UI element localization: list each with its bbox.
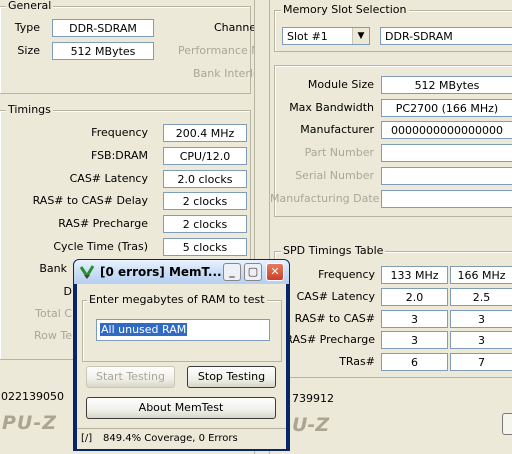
- spd-cell: 3: [381, 309, 448, 328]
- size-label: Size: [17, 44, 40, 57]
- timing-value: 2 clocks: [163, 192, 247, 211]
- start-testing-button[interactable]: Start Testing: [86, 366, 175, 388]
- megabytes-group-title: Enter megabytes of RAM to test: [87, 293, 267, 306]
- memtest-app-icon: [79, 264, 95, 280]
- status-spinner: [/]: [81, 433, 93, 444]
- cpuz-memory-window-right: Memory Slot Selection Slot #1 ▼ DDR-SDRA…: [270, 0, 512, 454]
- timing-label: Cycle Time (Tras): [53, 240, 148, 253]
- memtest-statusbar: [/] 849.4% Coverage, 0 Errors: [77, 428, 286, 450]
- timings-group-title: Timings: [6, 103, 53, 116]
- performance-label: Performance M: [178, 44, 261, 57]
- timing-value: 200.4 MHz: [163, 124, 247, 142]
- row-partial-label: Row Te: [34, 329, 72, 342]
- channels-label: Channe: [214, 21, 257, 34]
- module-info-label: Manufacturing Date: [270, 191, 380, 205]
- module-info-label: Serial Number: [295, 168, 374, 182]
- module-info-value: [381, 166, 512, 185]
- module-info-label: Manufacturer: [300, 123, 374, 137]
- timing-label: RAS# to CAS# Delay: [32, 194, 148, 208]
- bank-interleave-label: Bank Interle: [193, 67, 260, 80]
- module-info-label: Module Size: [307, 78, 374, 91]
- slot-dropdown[interactable]: Slot #1 ▼: [282, 27, 370, 45]
- timing-label: Frequency: [91, 126, 148, 139]
- module-info-label: Part Number: [304, 146, 374, 160]
- spd-cell: 7: [450, 352, 512, 371]
- timing-value: CPU/12.0: [163, 146, 247, 165]
- size-value: 512 MBytes: [52, 42, 154, 60]
- spd-cell: 3: [450, 309, 512, 328]
- timing-value: 2.0 clocks: [163, 169, 247, 188]
- right-corner-button[interactable]: [502, 413, 512, 435]
- memtest-window: [0 errors] MemT... _ ▢ ✕ Enter megabytes…: [73, 259, 290, 451]
- stop-testing-button[interactable]: Stop Testing: [187, 366, 276, 388]
- spd-cell: 2.5: [450, 288, 512, 306]
- timing-value: 5 clocks: [163, 238, 247, 256]
- coverage-status: 849.4% Coverage, 0 Errors: [103, 433, 238, 444]
- maximize-icon[interactable]: ▢: [244, 263, 262, 281]
- bank-partial-label: Bank: [39, 262, 67, 275]
- spd-freq-col1: 133 MHz: [381, 266, 448, 284]
- type-label: Type: [14, 21, 40, 34]
- slot-type-value: DDR-SDRAM: [380, 27, 512, 45]
- module-info-value: [381, 144, 512, 163]
- about-memtest-button[interactable]: About MemTest: [86, 397, 276, 419]
- spd-cell: 6: [381, 352, 448, 371]
- module-info-label: Max Bandwidth: [289, 100, 374, 114]
- spd-cell: 3: [381, 331, 448, 349]
- module-info-value: PC2700 (166 MHz): [381, 98, 512, 117]
- status-number-right: 739912: [292, 392, 334, 405]
- megabytes-input[interactable]: All unused RAM: [96, 319, 270, 341]
- minimize-icon[interactable]: _: [223, 263, 241, 281]
- module-info-value: 512 MBytes: [381, 76, 512, 94]
- d-partial-label: D: [63, 285, 72, 298]
- timing-label: CAS# Latency: [69, 171, 148, 185]
- timing-label: RAS# Precharge: [58, 217, 148, 231]
- total-partial-label: Total C: [35, 307, 72, 320]
- timing-value: 2 clocks: [163, 215, 247, 234]
- megabytes-input-value: All unused RAM: [100, 323, 188, 336]
- memtest-titlebar[interactable]: [0 errors] MemT... _ ▢ ✕: [74, 260, 289, 284]
- module-info-value: [381, 189, 512, 208]
- cpuz-logo-right: U-Z: [292, 414, 330, 436]
- close-icon[interactable]: ✕: [266, 263, 284, 281]
- chevron-down-icon[interactable]: ▼: [352, 28, 369, 44]
- memtest-client: Enter megabytes of RAM to test All unuse…: [77, 284, 286, 449]
- timing-label: FSB:DRAM: [90, 148, 148, 162]
- cpuz-logo-left: PU-Z: [2, 412, 58, 434]
- spd-timings-title: SPD Timings Table: [281, 244, 386, 257]
- spd-cell: 2.0: [381, 288, 448, 306]
- general-group-title: General: [6, 0, 54, 12]
- module-info-value: 0000000000000000: [381, 121, 512, 140]
- slot-dropdown-value: Slot #1: [287, 30, 328, 43]
- status-number-left: 022139050: [1, 390, 64, 403]
- slot-selection-title: Memory Slot Selection: [281, 3, 409, 16]
- memtest-title: [0 errors] MemT...: [100, 265, 222, 279]
- type-value: DDR-SDRAM: [52, 19, 154, 37]
- spd-cell: 3: [450, 331, 512, 349]
- spd-freq-col2: 166 MHz: [450, 266, 512, 284]
